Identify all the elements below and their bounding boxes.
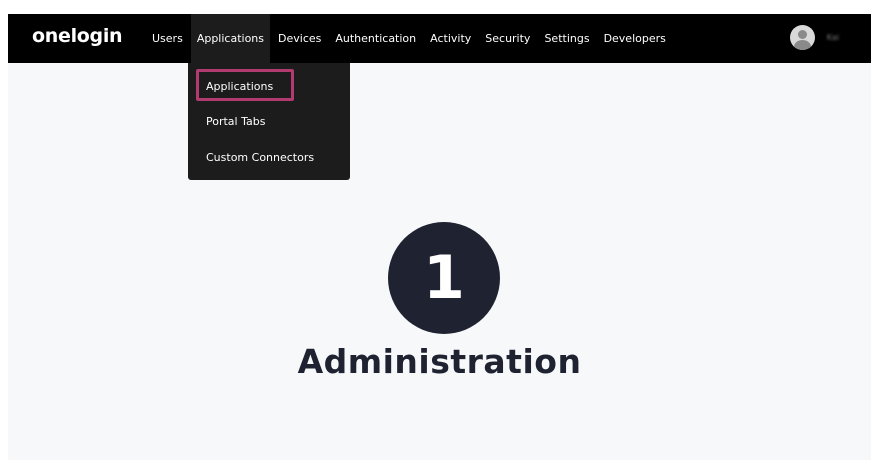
user-avatar-icon[interactable] — [789, 25, 815, 50]
nav-item-developers[interactable]: Developers — [598, 14, 672, 63]
step-number-badge: 1 — [388, 222, 500, 334]
applications-dropdown-menu: Applications Portal Tabs Custom Connecto… — [188, 63, 350, 180]
onelogin-logo[interactable]: onelogin — [32, 25, 123, 47]
nav-item-users[interactable]: Users — [146, 14, 189, 63]
main-nav: Users Applications Devices Authenticatio… — [146, 14, 672, 63]
nav-item-authentication[interactable]: Authentication — [329, 14, 422, 63]
top-navigation-bar: onelogin Users Applications Devices Auth… — [8, 14, 871, 63]
app-frame: onelogin Users Applications Devices Auth… — [8, 14, 871, 460]
user-name[interactable]: Kai — [827, 33, 839, 42]
nav-item-settings[interactable]: Settings — [538, 14, 595, 63]
nav-item-applications[interactable]: Applications — [190, 14, 271, 63]
nav-item-activity[interactable]: Activity — [424, 14, 477, 63]
dropdown-item-custom-connectors[interactable]: Custom Connectors — [206, 151, 314, 164]
step-number: 1 — [423, 243, 465, 313]
page-title: Administration — [297, 342, 582, 381]
user-menu[interactable]: Kai — [789, 25, 839, 50]
dropdown-item-portal-tabs[interactable]: Portal Tabs — [206, 115, 265, 128]
nav-item-devices[interactable]: Devices — [272, 14, 327, 63]
nav-item-security[interactable]: Security — [479, 14, 536, 63]
dropdown-item-applications[interactable]: Applications — [206, 80, 273, 93]
